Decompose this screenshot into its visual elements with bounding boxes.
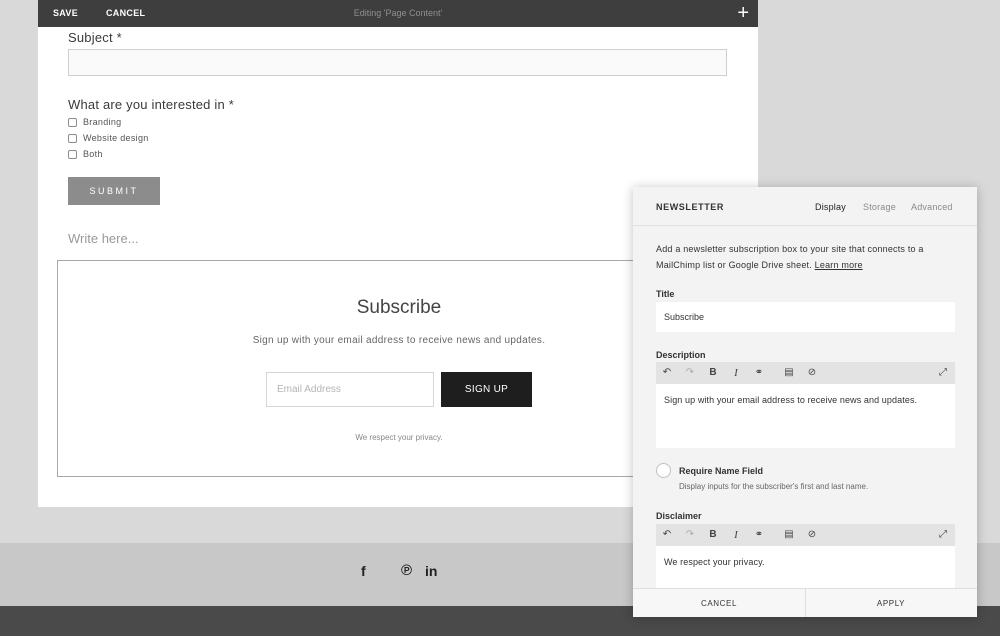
cancel-button[interactable]: CANCEL	[106, 8, 145, 18]
clipboard-icon[interactable]: ▤	[782, 528, 796, 542]
tab-display[interactable]: Display	[815, 202, 846, 212]
checkbox[interactable]	[68, 149, 77, 159]
title-label: Title	[656, 289, 675, 299]
linkedin-icon[interactable]: in	[425, 563, 437, 579]
disclaimer-editor[interactable]: We respect your privacy.	[656, 546, 955, 588]
email-address-input[interactable]: Email Address	[266, 372, 434, 407]
facebook-icon[interactable]: f	[361, 563, 366, 579]
expand-icon[interactable]: ⤢	[936, 528, 950, 542]
require-name-label: Require Name Field	[679, 466, 764, 476]
description-toolbar: ↶ ↷ B I ⚭ ▤ ⊘ ⤢	[656, 362, 955, 384]
undo-icon[interactable]: ↶	[660, 366, 674, 380]
submit-button[interactable]: SUBMIT	[68, 177, 160, 205]
clipboard-icon[interactable]: ▤	[782, 366, 796, 380]
editing-status: Editing 'Page Content'	[353, 8, 443, 18]
redo-icon[interactable]: ↷	[683, 366, 697, 380]
tab-advanced[interactable]: Advanced	[911, 202, 953, 212]
checkbox-option-website-design[interactable]: Website design	[68, 133, 149, 143]
panel-intro-text: Add a newsletter subscription box to you…	[656, 244, 924, 270]
link-icon[interactable]: ⚭	[752, 366, 766, 380]
subject-label: Subject *	[68, 30, 122, 45]
tab-storage[interactable]: Storage	[863, 202, 896, 212]
panel-title: NEWSLETTER	[656, 202, 724, 212]
editor-topbar: SAVE CANCEL Editing 'Page Content' +	[38, 0, 758, 27]
newsletter-settings-panel: NEWSLETTER Display Storage Advanced Add …	[633, 187, 977, 617]
clear-format-icon[interactable]: ⊘	[805, 366, 819, 380]
description-label: Description	[656, 350, 706, 360]
redo-icon[interactable]: ↷	[683, 528, 697, 542]
panel-cancel-button[interactable]: CANCEL	[633, 589, 805, 617]
clear-format-icon[interactable]: ⊘	[805, 528, 819, 542]
subject-input[interactable]	[68, 49, 727, 76]
expand-icon[interactable]: ⤢	[936, 366, 950, 380]
apply-button[interactable]: APPLY	[805, 589, 977, 617]
description-editor[interactable]: Sign up with your email address to recei…	[656, 384, 955, 448]
title-input[interactable]: Subscribe	[656, 302, 955, 332]
undo-icon[interactable]: ↶	[660, 528, 674, 542]
sign-up-button[interactable]: SIGN UP	[441, 372, 532, 407]
italic-icon[interactable]: I	[729, 528, 743, 542]
panel-header: NEWSLETTER Display Storage Advanced	[633, 187, 977, 226]
link-icon[interactable]: ⚭	[752, 528, 766, 542]
pinterest-icon[interactable]: ℗	[401, 562, 412, 579]
add-block-icon[interactable]: +	[737, 1, 749, 25]
disclaimer-toolbar: ↶ ↷ B I ⚭ ▤ ⊘ ⤢	[656, 524, 955, 546]
text-block-placeholder[interactable]: Write here...	[68, 231, 139, 246]
newsletter-block[interactable]: Subscribe Sign up with your email addres…	[57, 260, 697, 477]
panel-intro: Add a newsletter subscription box to you…	[656, 241, 956, 273]
panel-footer: CANCEL APPLY	[633, 588, 977, 617]
checkbox-label: Website design	[83, 133, 149, 143]
checkbox[interactable]	[68, 133, 77, 143]
bold-icon[interactable]: B	[706, 528, 720, 542]
checkbox-label: Both	[83, 149, 103, 159]
require-name-toggle[interactable]	[656, 463, 671, 478]
checkbox-option-both[interactable]: Both	[68, 149, 103, 159]
italic-icon[interactable]: I	[729, 366, 743, 380]
checkbox-option-branding[interactable]: Branding	[68, 117, 121, 127]
save-button[interactable]: SAVE	[53, 8, 78, 18]
bold-icon[interactable]: B	[706, 366, 720, 380]
checkbox-label: Branding	[83, 117, 122, 127]
require-name-description: Display inputs for the subscriber's firs…	[679, 482, 869, 491]
interest-label: What are you interested in *	[68, 97, 235, 112]
disclaimer-label: Disclaimer	[656, 511, 702, 521]
checkbox[interactable]	[68, 117, 77, 127]
learn-more-link[interactable]: Learn more	[815, 260, 863, 270]
